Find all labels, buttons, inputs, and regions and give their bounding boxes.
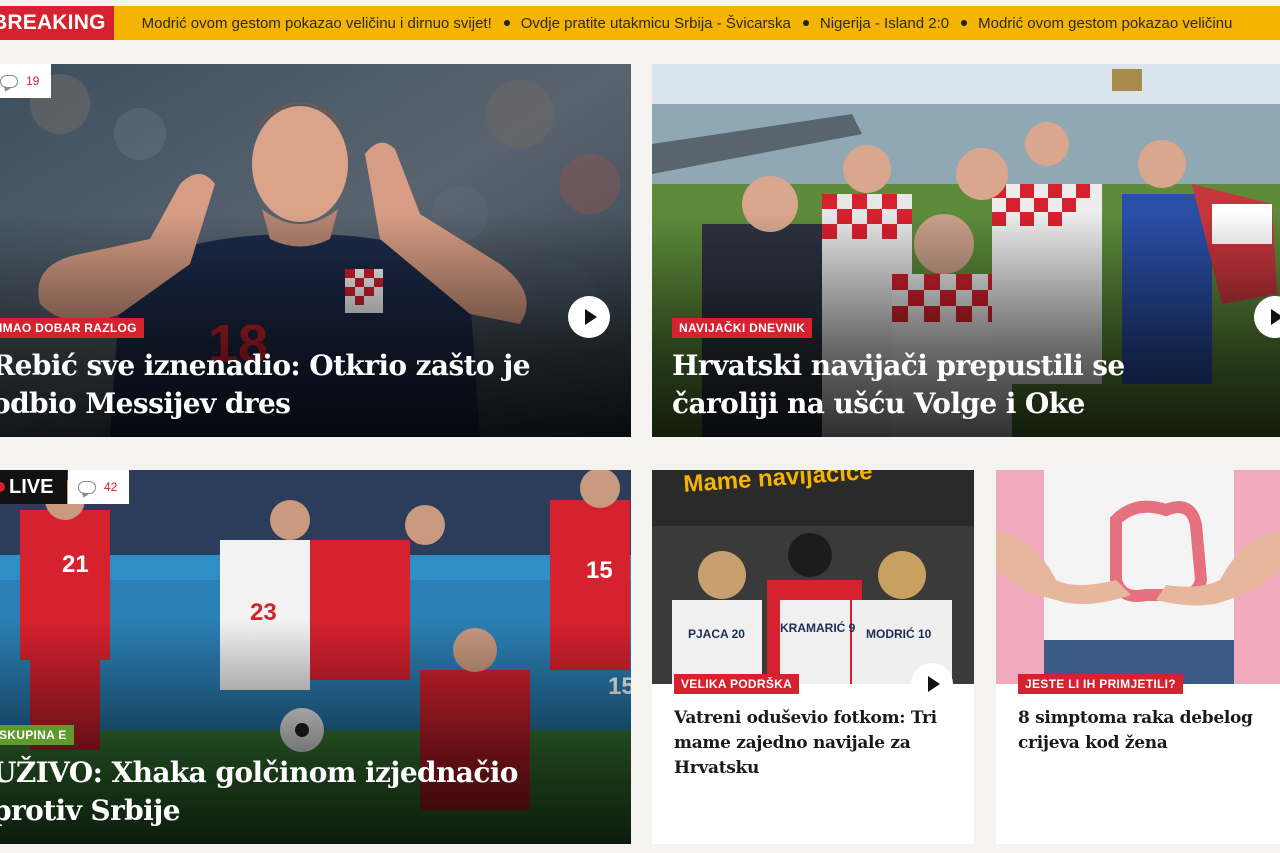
player-number: 21 <box>62 551 89 578</box>
live-label: LIVE <box>9 476 54 498</box>
article-photo <box>996 470 1280 684</box>
article-photo: Mame navijačice PJACA 20 KRAMARIĆ 9 MODR… <box>652 470 974 684</box>
photo-graphic <box>996 470 1280 684</box>
ticker-item[interactable]: Ovdje pratite utakmicu Srbija - Švicarsk… <box>492 15 791 32</box>
article-card-rebic[interactable]: 18 19 IMAO DOBAR RAZLOG Rebić sve iznena… <box>0 64 631 437</box>
live-dot-icon <box>0 482 5 492</box>
shirt-label: KRAMARIĆ 9 <box>780 620 856 635</box>
article-title[interactable]: UŽIVO: Xhaka golčinom izjednačio protiv … <box>0 754 552 830</box>
ticker-item[interactable]: Modrić ovom gestom pokazao veličinu <box>949 15 1232 32</box>
comment-count: 42 <box>104 480 118 494</box>
article-title[interactable]: Hrvatski navijači prepustili se čaroliji… <box>672 347 1192 423</box>
article-tag: IMAO DOBAR RAZLOG <box>0 318 144 338</box>
article-title[interactable]: 8 simptoma raka debelog crijeva kod žena <box>1018 706 1266 756</box>
player-number: 15 <box>586 557 613 584</box>
article-tag: JESTE LI IH PRIMJETILI? <box>1018 674 1183 694</box>
shirt-label: PJACA 20 <box>688 627 745 641</box>
bullet-icon <box>961 20 968 26</box>
ticker-item[interactable]: Modrić ovom gestom pokazao veličinu i di… <box>142 15 492 32</box>
article-title[interactable]: Rebić sve iznenadio: Otkrio zašto je odb… <box>0 347 562 423</box>
comment-bubble-icon <box>0 74 18 88</box>
comment-bubble-icon <box>78 480 96 494</box>
ticker-item[interactable]: Nigerija - Island 2:0 <box>791 15 949 32</box>
comments-counter[interactable]: 19 <box>0 64 52 98</box>
ticker-items: Modrić ovom gestom pokazao veličinu i di… <box>142 15 1233 32</box>
breaking-badge: BREAKING <box>0 6 114 40</box>
play-icon <box>1271 309 1280 325</box>
breaking-ticker: BREAKING Modrić ovom gestom pokazao veli… <box>0 6 1280 40</box>
photo-graphic: Mame navijačice PJACA 20 KRAMARIĆ 9 MODR… <box>652 470 974 684</box>
article-card-xhaka[interactable]: 21 23 15 15 LIVE 42 SKUPINA E UŽIVO: Xha… <box>0 470 631 844</box>
comment-count: 19 <box>26 74 40 88</box>
play-button[interactable] <box>911 663 953 705</box>
bullet-icon <box>503 20 510 26</box>
article-tag: NAVIJAČKI DNEVNIK <box>672 318 813 338</box>
live-badge: LIVE <box>0 470 68 504</box>
article-card-simptomi[interactable]: JESTE LI IH PRIMJETILI? 8 simptoma raka … <box>996 470 1280 844</box>
play-icon <box>928 676 940 692</box>
comments-counter[interactable]: 42 <box>68 470 130 504</box>
article-tag: VELIKA PODRŠKA <box>674 674 800 694</box>
article-card-navijaci[interactable]: NAVIJAČKI DNEVNIK Hrvatski navijači prep… <box>652 64 1280 437</box>
bullet-icon <box>802 20 809 26</box>
page: BREAKING Modrić ovom gestom pokazao veli… <box>0 0 1280 853</box>
article-tag: SKUPINA E <box>0 725 74 745</box>
play-icon <box>585 309 597 325</box>
article-title[interactable]: Vatreni oduševio fotkom: Tri mame zajedn… <box>674 706 956 781</box>
shirt-label: MODRIĆ 10 <box>866 626 932 641</box>
article-card-mame[interactable]: Mame navijačice PJACA 20 KRAMARIĆ 9 MODR… <box>652 470 974 844</box>
play-button[interactable] <box>568 296 610 338</box>
